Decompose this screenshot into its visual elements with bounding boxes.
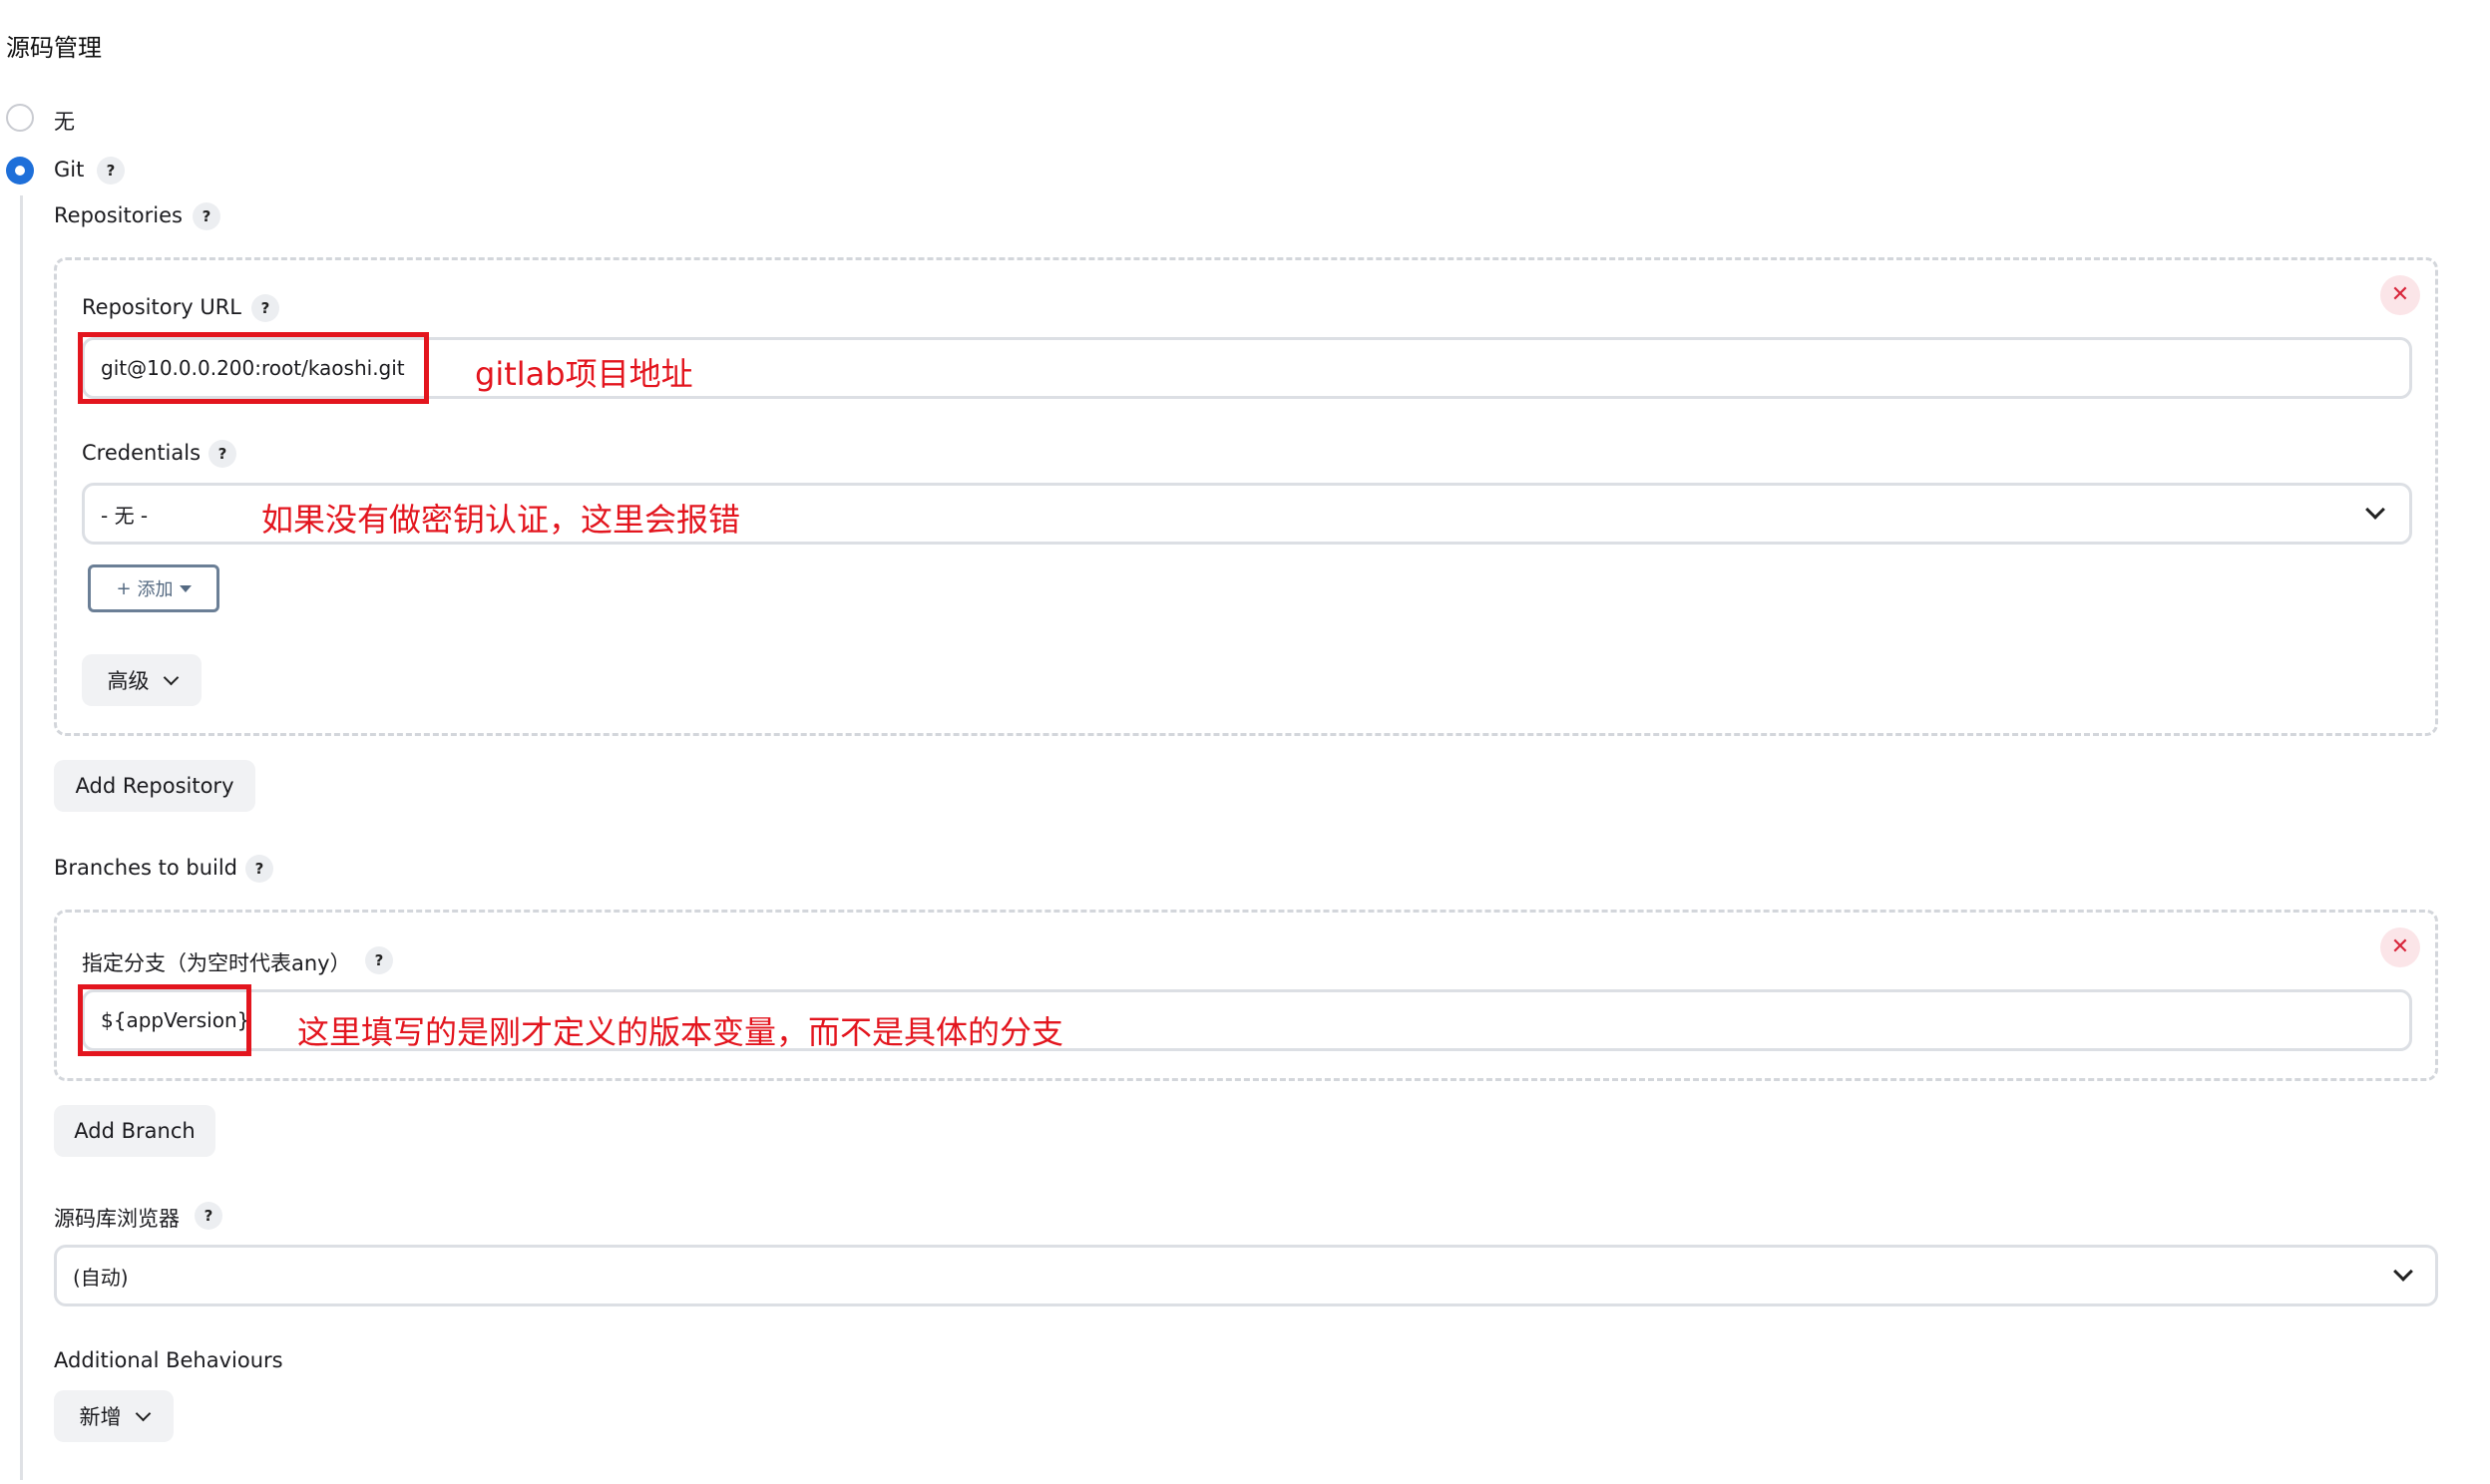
url-annotation: gitlab项目地址 — [475, 355, 693, 393]
add-behaviour-label: 新增 — [79, 1405, 122, 1429]
repository-url-input[interactable]: git@10.0.0.200:root/kaoshi.git — [82, 337, 2412, 399]
radio-none-label: 无 — [54, 110, 75, 134]
caret-down-icon — [179, 584, 192, 592]
branch-specifier-help-icon[interactable]: ? — [365, 946, 393, 974]
advanced-chevron-down-icon — [163, 669, 179, 685]
repositories-label: Repositories — [54, 203, 183, 227]
branch-annotation: 这里填写的是刚才定义的版本变量，而不是具体的分支 — [297, 1013, 1064, 1051]
add-branch-button[interactable]: Add Branch — [54, 1105, 215, 1157]
advanced-label: 高级 — [107, 669, 150, 693]
repo-browser-select[interactable]: (自动) — [54, 1245, 2438, 1306]
url-highlight-box — [78, 332, 429, 404]
add-repository-button[interactable]: Add Repository — [54, 760, 255, 812]
add-behaviour-button[interactable]: 新增 — [54, 1390, 174, 1442]
add-credentials-label: 添加 — [137, 579, 174, 600]
git-help-icon[interactable]: ? — [97, 157, 125, 185]
radio-none[interactable] — [6, 104, 34, 132]
add-behaviour-chevron-down-icon — [135, 1405, 151, 1421]
repository-url-label: Repository URL — [82, 295, 242, 319]
repo-browser-label: 源码库浏览器 — [54, 1207, 180, 1231]
plus-icon: + — [116, 577, 132, 599]
radio-git-label: Git — [54, 158, 85, 182]
credentials-help-icon[interactable]: ? — [208, 440, 236, 468]
repository-url-help-icon[interactable]: ? — [251, 294, 279, 322]
branches-label: Branches to build — [54, 856, 238, 880]
branch-close-icon[interactable]: ✕ — [2380, 928, 2420, 967]
section-title: 源码管理 — [6, 34, 102, 62]
branch-highlight-box — [78, 984, 251, 1056]
git-section-indent-line — [20, 195, 23, 1480]
repo-browser-select-value: (自动) — [73, 1265, 129, 1290]
credentials-label: Credentials — [82, 441, 202, 465]
additional-behaviours-label: Additional Behaviours — [54, 1348, 283, 1372]
branches-help-icon[interactable]: ? — [245, 855, 273, 883]
repository-close-icon[interactable]: ✕ — [2380, 275, 2420, 315]
repo-browser-help-icon[interactable]: ? — [195, 1202, 222, 1230]
branch-specifier-label: 指定分支（为空时代表any） — [82, 951, 351, 975]
credentials-annotation: 如果没有做密钥认证，这里会报错 — [261, 501, 741, 539]
advanced-button[interactable]: 高级 — [82, 654, 202, 706]
repositories-help-icon[interactable]: ? — [193, 202, 220, 230]
add-credentials-button[interactable]: + 添加 — [88, 564, 219, 612]
radio-git[interactable] — [6, 157, 34, 185]
credentials-select-value: - 无 - — [101, 503, 149, 528]
